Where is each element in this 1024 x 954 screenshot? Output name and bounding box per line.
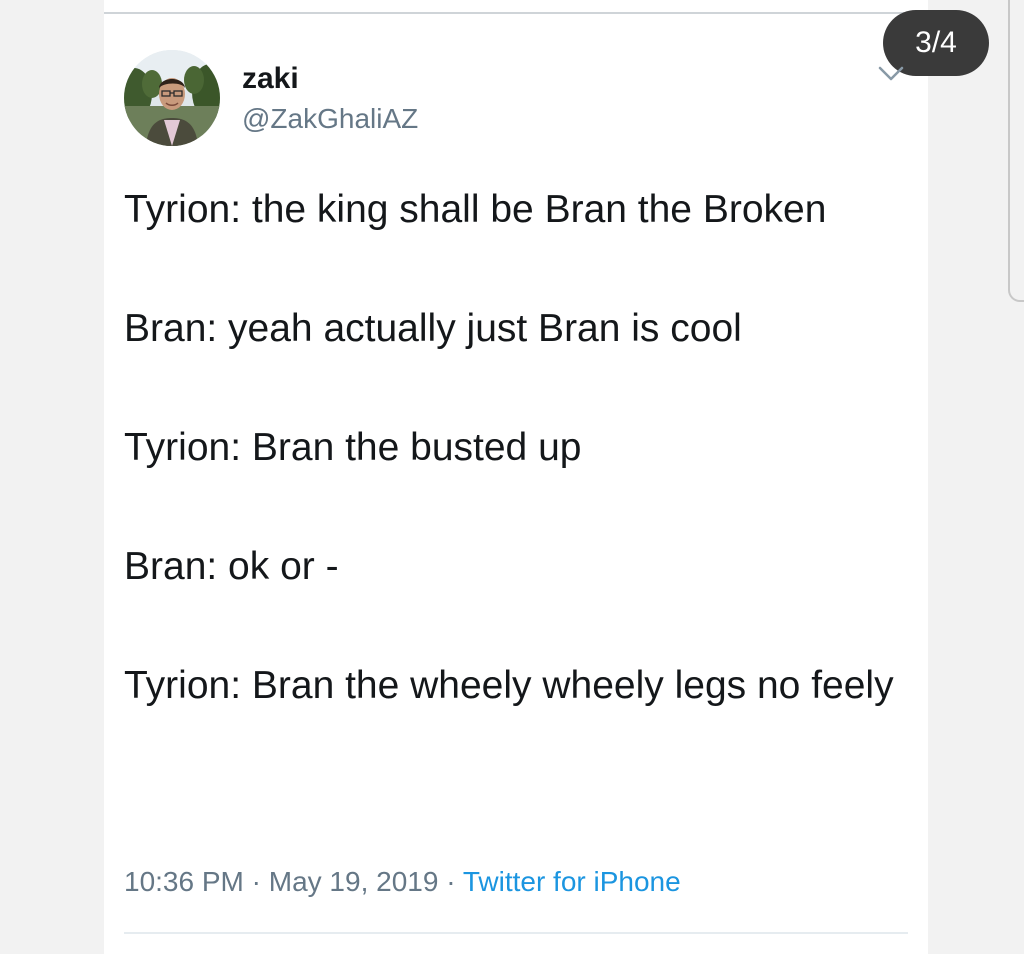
avatar-photo-icon <box>124 50 220 146</box>
meta-separator: · <box>446 866 456 897</box>
bottom-divider <box>124 932 908 934</box>
display-name[interactable]: zaki <box>242 62 299 96</box>
meta-separator: · <box>251 866 261 897</box>
tweet-line: Tyrion: the king shall be Bran the Broke… <box>124 188 827 231</box>
top-divider <box>104 12 904 14</box>
user-handle[interactable]: @ZakGhaliAZ <box>242 103 418 135</box>
screenshot: 3/4 zaki @ZakGhaliAZ Tyrion: the king sh… <box>0 0 1024 954</box>
panel-edge <box>1008 0 1024 302</box>
tweet-line: Tyrion: Bran the wheely wheely legs no f… <box>124 664 894 707</box>
tweet-line: Bran: ok or - <box>124 545 339 588</box>
tweet-time[interactable]: 10:36 PM <box>124 866 244 897</box>
avatar[interactable] <box>124 50 220 146</box>
tweet-line: Bran: yeah actually just Bran is cool <box>124 307 742 350</box>
tweet-date[interactable]: May 19, 2019 <box>269 866 439 897</box>
tweet-line: Tyrion: Bran the busted up <box>124 426 582 469</box>
tweet-text: Tyrion: the king shall be Bran the Broke… <box>124 180 914 715</box>
tweet-source-link[interactable]: Twitter for iPhone <box>463 866 681 897</box>
chevron-down-icon[interactable] <box>876 62 906 86</box>
tweet-metadata: 10:36 PM · May 19, 2019 · Twitter for iP… <box>124 864 681 900</box>
